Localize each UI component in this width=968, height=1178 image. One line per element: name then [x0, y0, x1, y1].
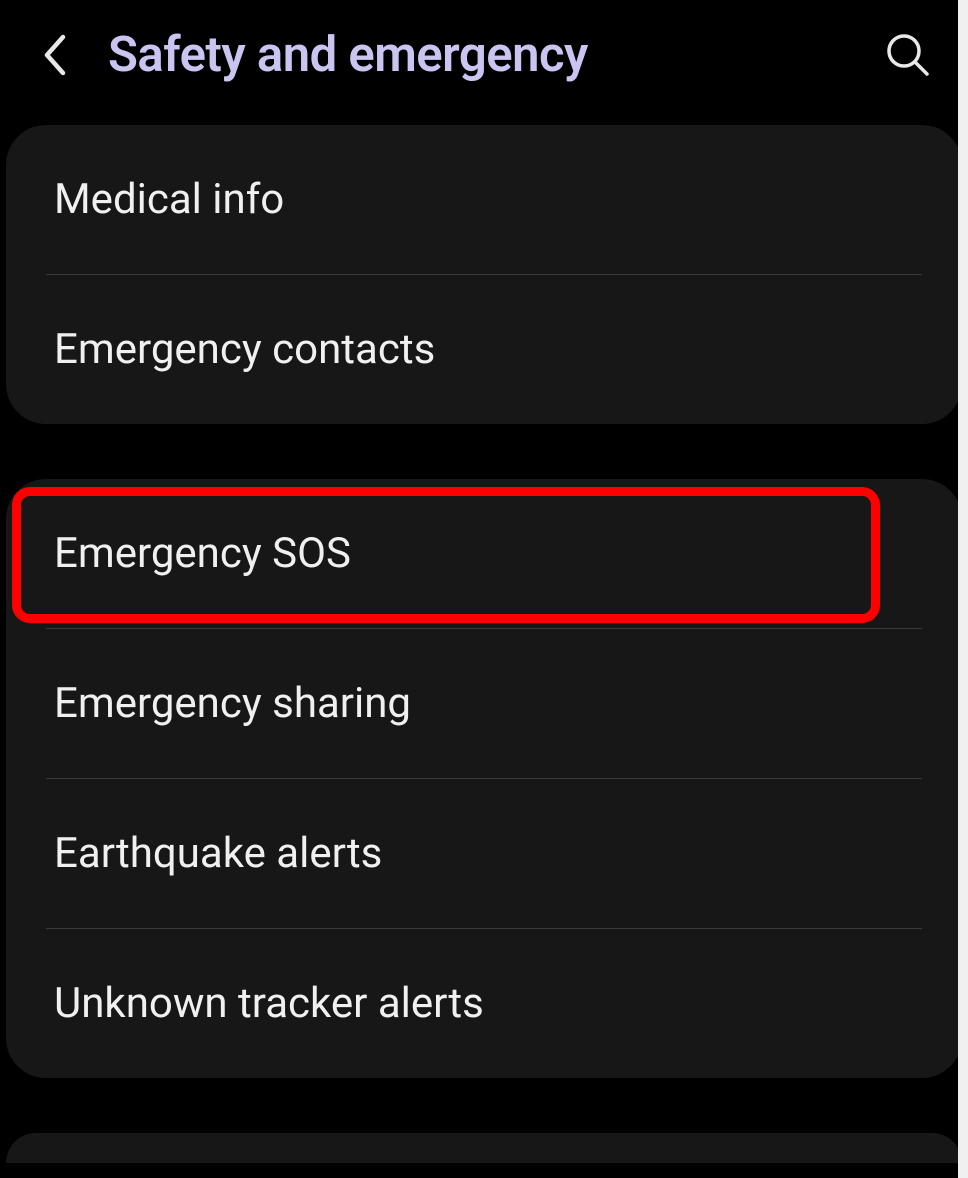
- settings-group-3-partial: [6, 1133, 962, 1163]
- list-item-emergency-sharing[interactable]: Emergency sharing: [6, 629, 962, 778]
- list-item-unknown-tracker-alerts[interactable]: Unknown tracker alerts: [6, 929, 962, 1078]
- list-item-label: Emergency SOS: [54, 529, 351, 578]
- list-item-label: Medical info: [54, 175, 284, 224]
- chevron-left-icon: [41, 33, 67, 77]
- header: Safety and emergency: [0, 0, 968, 125]
- page-title: Safety and emergency: [108, 26, 878, 83]
- right-edge-decoration: [958, 0, 968, 1178]
- list-item-medical-info[interactable]: Medical info: [6, 125, 962, 274]
- list-item-emergency-contacts[interactable]: Emergency contacts: [6, 275, 962, 424]
- list-item-earthquake-alerts[interactable]: Earthquake alerts: [6, 779, 962, 928]
- list-item-label: Unknown tracker alerts: [54, 979, 484, 1028]
- search-icon: [885, 32, 931, 78]
- list-item-emergency-sos[interactable]: Emergency SOS: [6, 479, 962, 628]
- back-button[interactable]: [30, 31, 78, 79]
- list-item-label: Emergency sharing: [54, 679, 411, 728]
- list-item-label: Emergency contacts: [54, 325, 435, 374]
- settings-group-1: Medical info Emergency contacts: [6, 125, 962, 424]
- settings-group-2: Emergency SOS Emergency sharing Earthqua…: [6, 479, 962, 1078]
- list-item-label: Earthquake alerts: [54, 829, 382, 878]
- search-button[interactable]: [878, 25, 938, 85]
